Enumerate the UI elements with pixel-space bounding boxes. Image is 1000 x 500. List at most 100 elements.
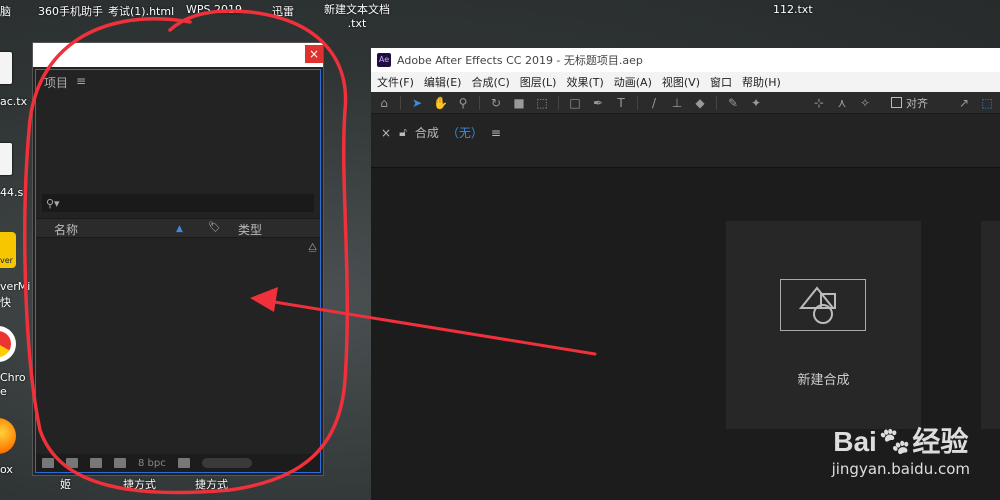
comp-tab-value[interactable]: （无） [447, 124, 483, 141]
desktop-label[interactable]: 捷方式 [195, 476, 228, 492]
desktop-label[interactable]: 360手机助手 [38, 3, 103, 19]
desktop-label[interactable]: 考试(1).html [108, 3, 174, 19]
menu-animation[interactable]: 动画(A) [614, 74, 652, 90]
ae-titlebar[interactable]: Ae Adobe After Effects CC 2019 - 无标题项目.a… [371, 48, 1000, 72]
hand-icon[interactable]: ✋ [433, 96, 448, 110]
menu-file[interactable]: 文件(F) [377, 74, 414, 90]
desktop-label-line: .txt [347, 17, 367, 30]
camera-icon[interactable]: ■ [512, 96, 526, 110]
new-folder-icon[interactable] [66, 458, 78, 468]
selection-icon[interactable]: ➤ [410, 96, 424, 110]
new-from-footage-card[interactable] [981, 221, 1000, 429]
project-window-titlebar[interactable]: × [33, 43, 323, 67]
scrollbar[interactable] [201, 458, 252, 468]
separator [637, 95, 638, 110]
pen-icon[interactable]: ✒ [591, 96, 605, 110]
pan-icon[interactable]: ⬚ [535, 96, 549, 110]
separator [400, 95, 401, 110]
zoom-icon[interactable]: ⚲ [456, 96, 470, 110]
snap-icon[interactable]: ↗ [957, 96, 971, 110]
new-comp-icon[interactable] [90, 458, 102, 468]
desktop-label[interactable]: 脑 [0, 3, 11, 19]
menu-composition[interactable]: 合成(C) [471, 74, 509, 90]
flowchart-icon[interactable]: ⧋ [308, 242, 317, 253]
checkbox-icon [891, 97, 902, 108]
desktop-label[interactable]: verMi [0, 280, 30, 293]
clone-icon[interactable]: ⊥ [670, 96, 684, 110]
trash-icon[interactable] [177, 458, 190, 468]
puppet-icon[interactable]: ✦ [749, 96, 763, 110]
desktop-label[interactable]: Chro [0, 371, 26, 384]
separator [716, 95, 717, 110]
project-tab[interactable]: 项目 ≡ [44, 74, 86, 91]
panel-menu-icon[interactable]: ≡ [491, 126, 501, 140]
watermark-brand-text: Bai [833, 426, 877, 457]
new-composition-button[interactable]: 新建合成 [726, 221, 921, 429]
sort-arrow-icon[interactable]: ▲ [176, 224, 183, 234]
baidu-watermark: Bai🐾︎经验 jingyan.baidu.com [832, 420, 970, 478]
menu-effect[interactable]: 效果(T) [566, 74, 603, 90]
project-footer: 8 bpc [36, 454, 320, 472]
close-icon[interactable]: × [381, 126, 391, 140]
bpc-label[interactable]: 8 bpc [138, 458, 166, 469]
interpret-footage-icon[interactable] [42, 458, 54, 468]
rotate-icon[interactable]: ↻ [489, 96, 503, 110]
desktop-label[interactable]: 44.s [0, 186, 23, 199]
desktop-label[interactable]: 捷方式 [123, 476, 156, 492]
comp-tab-label[interactable]: 合成 [415, 124, 439, 141]
settings-icon[interactable] [114, 458, 126, 468]
composition-panel-header: × 🔓︎ 合成 （无） ≡ [371, 120, 1000, 168]
chrome-icon[interactable] [0, 326, 16, 362]
composition-icon [780, 279, 866, 331]
desktop-label[interactable]: ox [0, 463, 13, 476]
desktop-label[interactable]: ac.tx [0, 95, 27, 108]
watermark-brand: Bai🐾︎经验 [832, 420, 970, 460]
desktop-label[interactable]: 迅雷 [272, 3, 294, 19]
column-name[interactable]: 名称 [54, 221, 78, 238]
world-axis-icon[interactable]: ⋏ [835, 96, 849, 110]
desktop-label[interactable]: 112.txt [773, 3, 813, 16]
local-axis-icon[interactable]: ⊹ [812, 96, 826, 110]
tool-bar: ⌂ ➤ ✋ ⚲ ↻ ■ ⬚ □ ✒ T / ⊥ ◆ ✎ ✦ ⊹ ⋏ ✧ 对齐 ↗… [371, 92, 1000, 114]
search-icon: ⚲▾ [46, 196, 60, 210]
menu-window[interactable]: 窗口 [710, 74, 732, 90]
column-type[interactable]: 类型 [238, 221, 262, 238]
menu-bar: 文件(F) 编辑(E) 合成(C) 图层(L) 效果(T) 动画(A) 视图(V… [371, 72, 1000, 92]
new-composition-label: 新建合成 [797, 373, 850, 388]
window-title: Adobe After Effects CC 2019 - 无标题项目.aep [397, 54, 643, 67]
menu-edit[interactable]: 编辑(E) [424, 74, 462, 90]
project-panel-window: × 项目 ≡ ⚲▾ 名称 ▲ 🏷 类型 ⧋ 8 bpc [32, 42, 324, 476]
lock-icon[interactable]: 🔓︎ [399, 125, 407, 140]
view-axis-icon[interactable]: ✧ [858, 96, 872, 110]
file-icon[interactable] [0, 52, 12, 84]
roto-icon[interactable]: ✎ [726, 96, 740, 110]
file-icon[interactable] [0, 143, 12, 175]
label-tag-icon[interactable]: 🏷 [208, 222, 221, 233]
brush-icon[interactable]: / [647, 96, 661, 110]
rectangle-icon[interactable]: □ [568, 96, 582, 110]
desktop-label[interactable]: e [0, 385, 7, 398]
separator [558, 95, 559, 110]
home-icon[interactable]: ⌂ [377, 96, 391, 110]
desktop-label[interactable]: WPS 2019 [186, 3, 242, 16]
menu-layer[interactable]: 图层(L) [520, 74, 557, 90]
project-panel: 项目 ≡ ⚲▾ 名称 ▲ 🏷 类型 ⧋ 8 bpc [35, 69, 321, 473]
watermark-url: jingyan.baidu.com [831, 460, 970, 478]
ae-logo-icon: Ae [377, 53, 391, 67]
desktop-label[interactable]: 快 [0, 294, 11, 310]
menu-help[interactable]: 帮助(H) [742, 74, 781, 90]
desktop-label[interactable]: 新建文本文档 .txt [324, 3, 390, 31]
eraser-icon[interactable]: ◆ [693, 96, 707, 110]
desktop-label[interactable]: 姬 [60, 476, 71, 492]
align-label: 对齐 [906, 96, 928, 110]
firefox-icon[interactable] [0, 418, 16, 454]
project-search-input[interactable]: ⚲▾ [42, 194, 314, 212]
paw-icon: 🐾︎ [876, 426, 913, 457]
text-icon[interactable]: T [614, 96, 628, 110]
panel-menu-icon[interactable]: ≡ [76, 74, 86, 91]
desktop-label: ver [0, 256, 13, 265]
menu-view[interactable]: 视图(V) [662, 74, 700, 90]
align-checkbox[interactable]: 对齐 [891, 95, 928, 111]
close-button[interactable]: × [305, 45, 323, 63]
snap-options-icon[interactable]: ⬚ [980, 96, 994, 110]
